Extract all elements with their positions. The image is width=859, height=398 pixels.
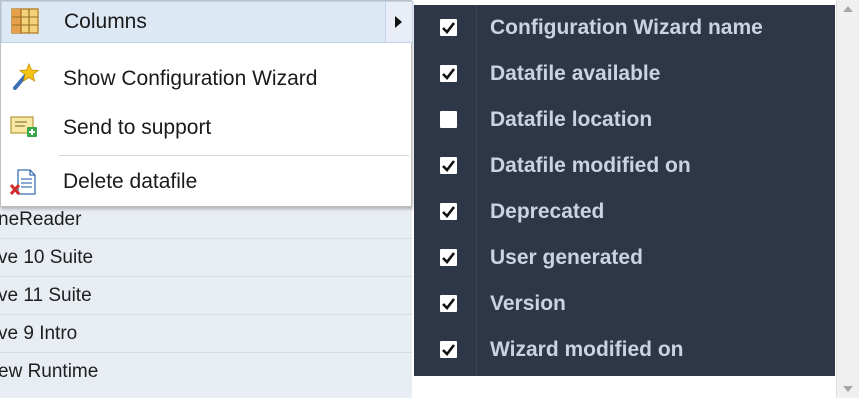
list-item-label: ve 11 Suite xyxy=(0,285,92,306)
vertical-scrollbar[interactable] xyxy=(836,0,859,398)
list-item[interactable]: ve 11 Suite xyxy=(0,276,412,315)
column-option-version[interactable]: Version xyxy=(414,281,835,327)
column-option-label: Version xyxy=(490,292,566,315)
column-option-label: User generated xyxy=(490,246,643,269)
column-option-deprecated[interactable]: Deprecated xyxy=(414,189,835,235)
column-option-wizard-modified-on[interactable]: Wizard modified on xyxy=(414,327,835,373)
column-option-configuration-wizard-name[interactable]: Configuration Wizard name xyxy=(414,5,835,51)
wizard-wand-icon xyxy=(9,62,40,92)
menu-item-label: Delete datafile xyxy=(63,170,198,193)
column-option-label: Datafile modified on xyxy=(490,154,691,177)
column-option-user-generated[interactable]: User generated xyxy=(414,235,835,281)
checkbox-checked[interactable] xyxy=(440,249,457,266)
checkbox-checked[interactable] xyxy=(440,295,457,312)
list-item-label: ew Runtime xyxy=(0,361,99,382)
column-option-label: Wizard modified on xyxy=(490,338,684,361)
column-option-label: Datafile available xyxy=(490,62,661,85)
list-item-label: ve 9 Intro xyxy=(0,323,78,344)
column-option-datafile-modified-on[interactable]: Datafile modified on xyxy=(414,143,835,189)
menu-item-send-to-support[interactable]: Send to support xyxy=(1,107,411,149)
list-item-label: ve 10 Suite xyxy=(0,247,94,268)
checkbox-checked[interactable] xyxy=(440,19,457,36)
menu-item-label: Show Configuration Wizard xyxy=(63,67,318,90)
context-menu: Columns Show Configuration Wizard Send t… xyxy=(0,0,413,207)
column-option-label: Deprecated xyxy=(490,200,605,223)
delete-file-icon xyxy=(9,167,39,197)
checkbox-checked[interactable] xyxy=(440,341,457,358)
send-support-icon xyxy=(9,111,39,141)
checkbox-checked[interactable] xyxy=(440,157,457,174)
checkbox-unchecked[interactable] xyxy=(440,111,457,128)
list-item[interactable]: ve 9 Intro xyxy=(0,314,412,353)
menu-item-label: Columns xyxy=(64,10,147,33)
menu-separator xyxy=(59,155,409,156)
column-option-label: Datafile location xyxy=(490,108,653,131)
scroll-up-arrow-icon[interactable] xyxy=(843,6,853,12)
checkbox-checked[interactable] xyxy=(440,65,457,82)
menu-item-columns[interactable]: Columns xyxy=(1,1,413,43)
list-item[interactable]: ve 10 Suite xyxy=(0,238,412,277)
list-item[interactable]: ew Runtime xyxy=(0,352,412,391)
menu-item-show-configuration-wizard[interactable]: Show Configuration Wizard xyxy=(1,58,411,100)
column-option-datafile-location[interactable]: Datafile location xyxy=(414,97,835,143)
columns-grid-icon xyxy=(10,6,40,36)
background-datafile-list: neReader ve 10 Suite ve 11 Suite ve 9 In… xyxy=(0,200,412,398)
column-option-label: Configuration Wizard name xyxy=(490,16,763,39)
column-option-datafile-available[interactable]: Datafile available xyxy=(414,51,835,97)
columns-submenu: Configuration Wizard name Datafile avail… xyxy=(414,5,835,376)
background-panel xyxy=(414,376,836,398)
submenu-arrow-icon xyxy=(385,2,412,42)
checkbox-checked[interactable] xyxy=(440,203,457,220)
scroll-down-arrow-icon[interactable] xyxy=(843,386,853,392)
menu-item-label: Send to support xyxy=(63,116,212,139)
menu-item-delete-datafile[interactable]: Delete datafile xyxy=(1,161,411,203)
